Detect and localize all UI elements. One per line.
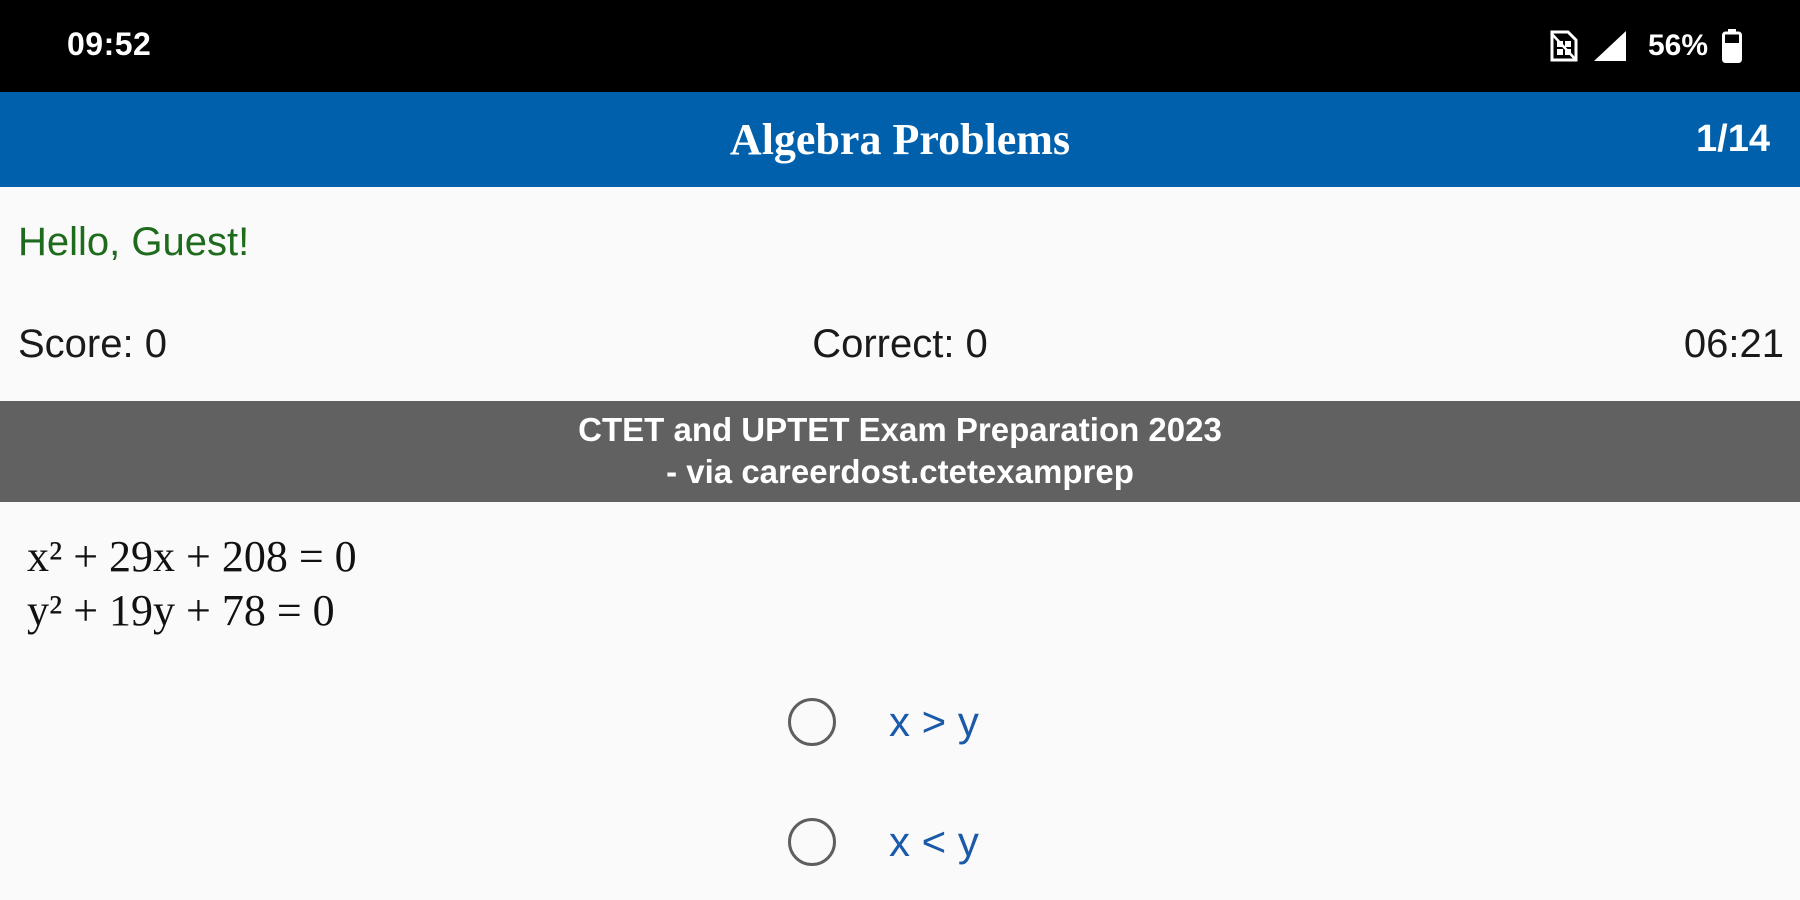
answer-option-1[interactable]: x > y — [788, 692, 979, 752]
greeting-text: Hello, Guest! — [18, 220, 250, 264]
correct-count-text: Correct: 0 — [812, 322, 988, 366]
equation-y: y² + 19y + 78 = 0 — [27, 586, 335, 635]
question-text: x² + 29x + 208 = 0 y² + 19y + 78 = 0 — [27, 530, 357, 638]
screen: 09:52 56% Algebra Problems 1/14 Hello, G… — [0, 0, 1800, 900]
ad-banner[interactable]: CTET and UPTET Exam Preparation 2023 - v… — [0, 401, 1800, 502]
equation-x: x² + 29x + 208 = 0 — [27, 532, 357, 581]
battery-percentage: 56% — [1647, 29, 1708, 62]
signal-icon — [1592, 30, 1628, 62]
timer-text: 06:21 — [1683, 322, 1784, 366]
status-time: 09:52 — [67, 26, 152, 62]
question-counter: 1/14 — [1696, 118, 1770, 160]
status-bar: 09:52 56% — [0, 0, 1800, 92]
radio-button-icon[interactable] — [788, 818, 836, 866]
option-label[interactable]: x < y — [889, 818, 979, 866]
battery-icon — [1722, 29, 1742, 63]
status-icons: 56% — [1548, 26, 1742, 66]
banner-title: CTET and UPTET Exam Preparation 2023 — [578, 411, 1222, 448]
banner-source: - via careerdost.ctetexamprep — [666, 453, 1134, 490]
page-title: Algebra Problems — [729, 115, 1071, 164]
option-label[interactable]: x > y — [889, 698, 979, 746]
answer-option-2[interactable]: x < y — [788, 812, 979, 872]
no-sim-icon — [1548, 30, 1578, 62]
stats-row: Score: 0 Correct: 0 06:21 — [0, 322, 1800, 378]
app-bar: Algebra Problems 1/14 — [0, 92, 1800, 187]
radio-button-icon[interactable] — [788, 698, 836, 746]
